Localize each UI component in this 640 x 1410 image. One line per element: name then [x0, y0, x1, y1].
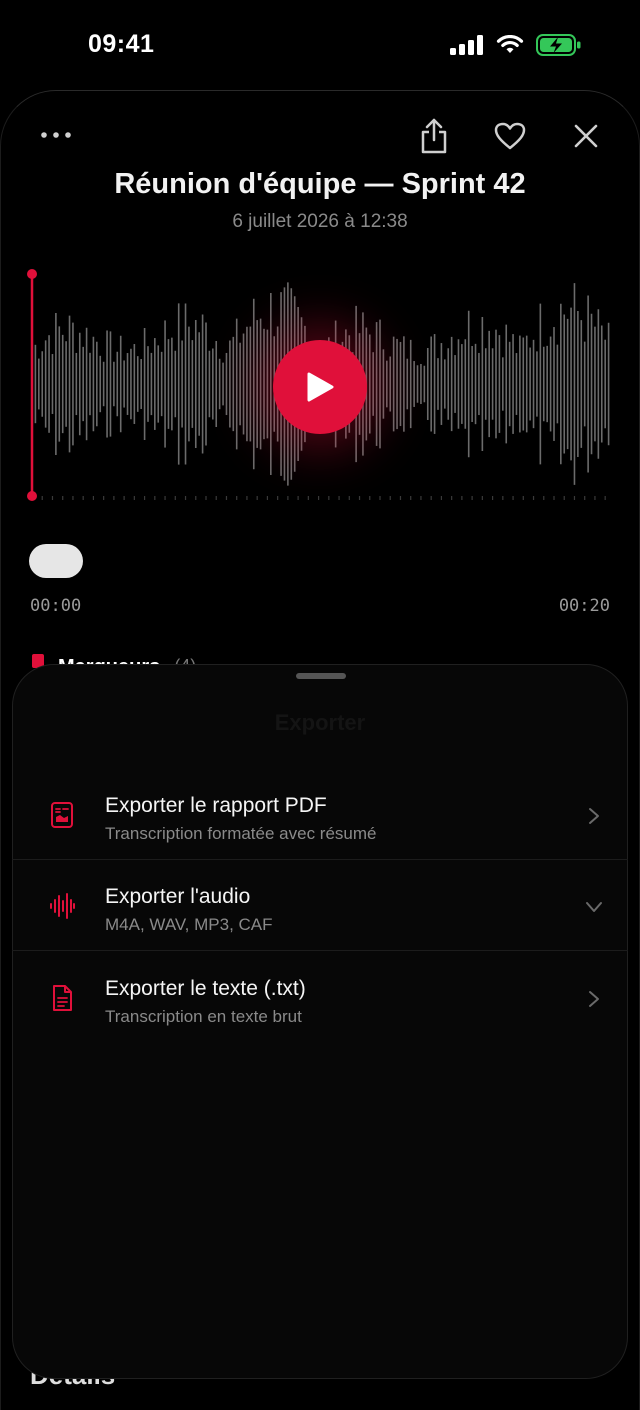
export-audio-subtitle: M4A, WAV, MP3, CAF: [105, 915, 273, 934]
total-duration: 00:20: [558, 596, 610, 616]
ellipsis-icon: [41, 132, 71, 138]
elapsed-time: 00:00: [30, 596, 82, 616]
more-options-button[interactable]: [36, 130, 76, 140]
export-pdf-subtitle: Transcription formatée avec résumé: [105, 824, 377, 843]
chevron-right-icon: [584, 989, 604, 1009]
play-button[interactable]: [273, 340, 367, 434]
recording-date: 6 juillet 2026 à 12:38: [232, 211, 408, 232]
export-pdf-option[interactable]: Exporter le rapport PDF Transcription fo…: [12, 770, 628, 860]
sheet-grabber[interactable]: [296, 673, 346, 679]
share-icon: [421, 118, 447, 154]
export-audio-title: Exporter l'audio: [105, 885, 251, 908]
waveform-icon: [48, 891, 76, 921]
pdf-report-icon: [48, 800, 76, 830]
text-document-icon: [48, 983, 76, 1013]
favorite-button[interactable]: [490, 116, 530, 156]
option-divider: [12, 859, 628, 860]
sheet-title: Exporter: [274, 710, 366, 735]
status-icons: [450, 34, 582, 56]
status-time: 09:41: [88, 30, 155, 58]
export-pdf-title: Exporter le rapport PDF: [105, 794, 327, 817]
cellular-signal-icon: [450, 35, 483, 55]
wifi-icon: [496, 35, 524, 53]
close-button[interactable]: [566, 116, 606, 156]
playback-speed-toggle[interactable]: [29, 544, 83, 578]
play-icon: [307, 372, 334, 402]
recording-title: Réunion d'équipe — Sprint 42: [114, 168, 526, 200]
export-text-option[interactable]: Exporter le texte (.txt) Transcription e…: [12, 953, 628, 1043]
chevron-right-icon: [584, 806, 604, 826]
close-icon: [574, 124, 598, 148]
option-divider: [12, 950, 628, 951]
share-button[interactable]: [414, 114, 454, 158]
export-text-title: Exporter le texte (.txt): [105, 977, 306, 1000]
status-bar: 09:41: [0, 0, 640, 90]
export-text-subtitle: Transcription en texte brut: [105, 1007, 302, 1026]
heart-icon: [494, 122, 526, 150]
chevron-down-icon: [584, 897, 604, 917]
export-audio-option[interactable]: Exporter l'audio M4A, WAV, MP3, CAF: [12, 861, 628, 951]
battery-charging-icon: [536, 34, 581, 56]
